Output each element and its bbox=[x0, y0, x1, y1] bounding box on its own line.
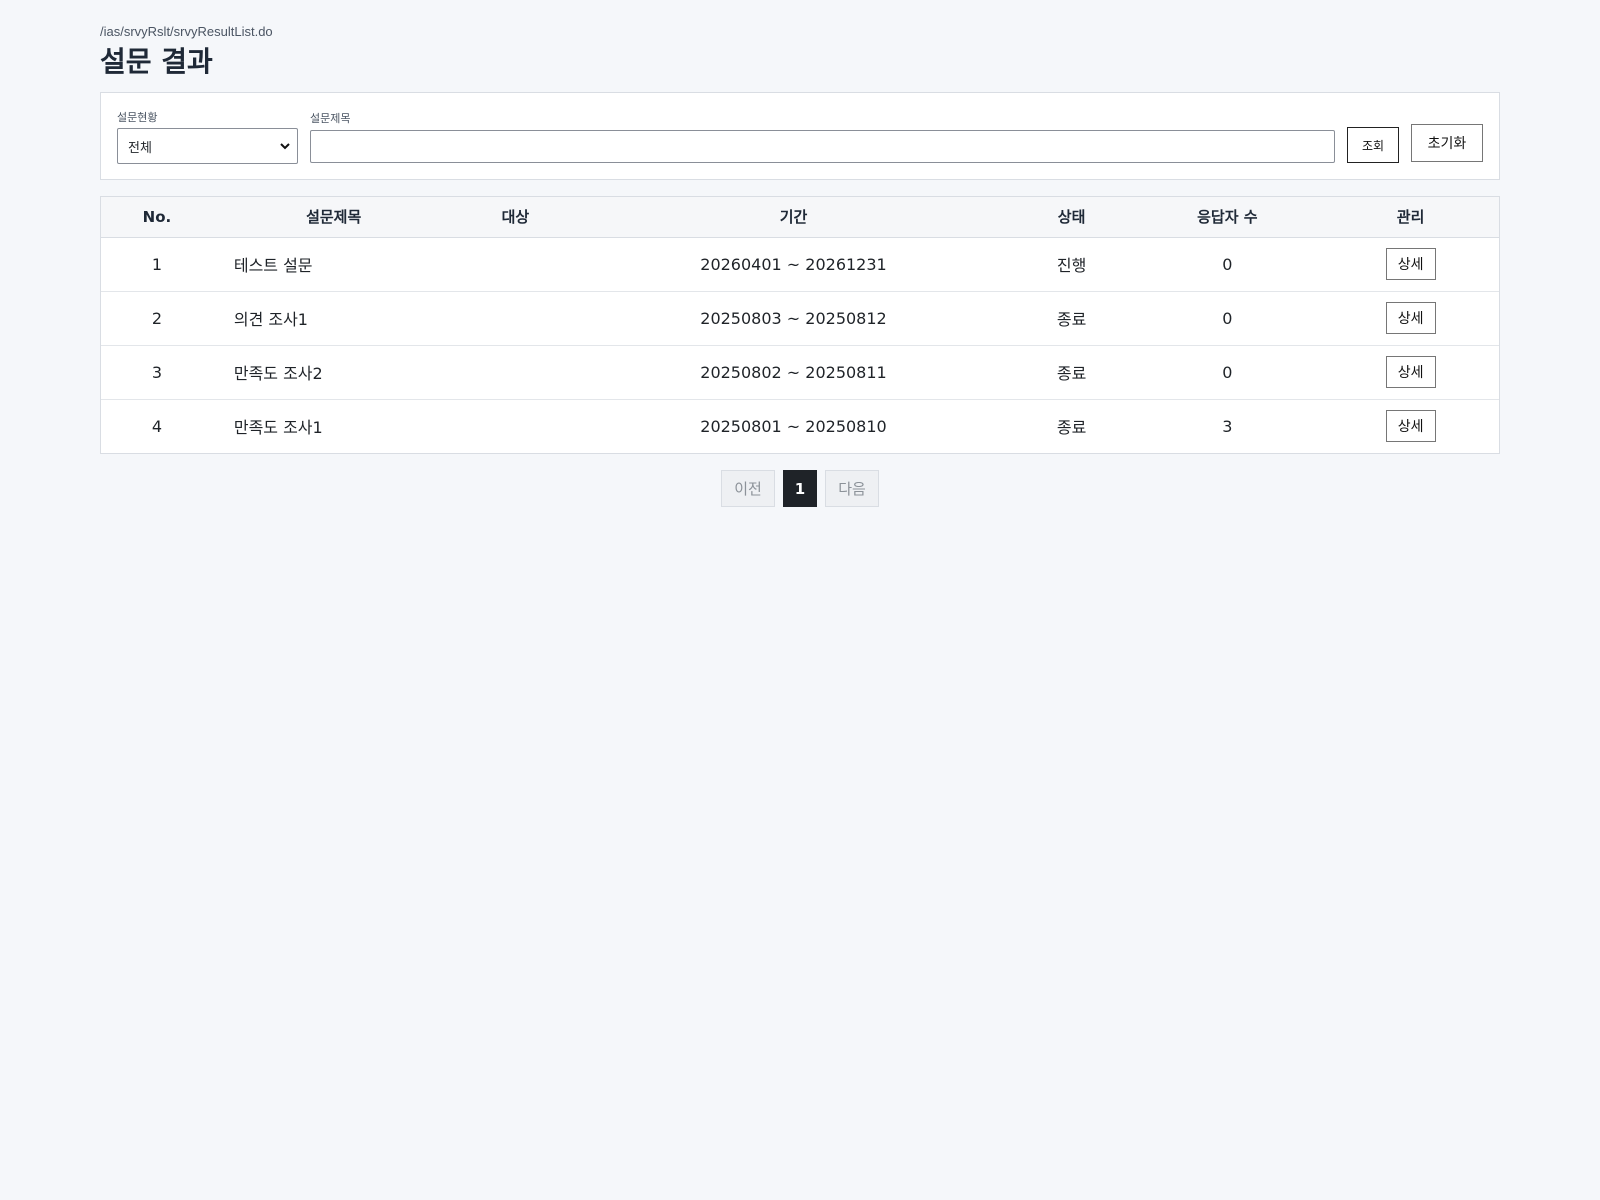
column-header-no: No. bbox=[101, 197, 213, 238]
prev-page-button[interactable]: 이전 bbox=[721, 470, 775, 507]
column-header-target: 대상 bbox=[454, 197, 577, 238]
cell-status: 종료 bbox=[1010, 291, 1133, 346]
cell-period: 20250803 ~ 20250812 bbox=[576, 291, 1011, 346]
cell-status: 진행 bbox=[1010, 237, 1133, 292]
pagination: 이전 1 다음 bbox=[721, 470, 879, 507]
cell-status: 종료 bbox=[1056, 418, 1087, 438]
cell-manage: 상세 bbox=[1322, 399, 1499, 453]
cell-target bbox=[454, 291, 577, 346]
cell-title: 만족도 조사2 bbox=[212, 345, 455, 400]
cell-manage: 상세 bbox=[1322, 237, 1499, 292]
detail-button[interactable]: 상세 bbox=[1385, 356, 1436, 388]
status-select-value: 전체 bbox=[128, 140, 152, 156]
cell-respondents: 0 bbox=[1132, 291, 1323, 346]
cell-target bbox=[454, 237, 577, 292]
detail-button[interactable]: 상세 bbox=[1385, 302, 1436, 334]
page-path: /ias/srvyRslt/srvyResultList.do bbox=[100, 24, 273, 39]
cell-period: 20250802 ~ 20250811 bbox=[576, 345, 1011, 400]
column-header-title: 설문제목 bbox=[212, 197, 455, 238]
survey-result-page: /ias/srvyRslt/srvyResultList.do 설문 결과 설문… bbox=[0, 0, 1600, 1200]
table-row: 1 테스트 설문 20260401 ~ 20261231 진행 0 상세 bbox=[101, 237, 1499, 292]
table-row: 4 만족도 조사1 20250801 ~ 20250810 종료 3 상세 bbox=[101, 399, 1499, 453]
cell-manage: 상세 bbox=[1322, 345, 1499, 400]
next-page-button[interactable]: 다음 bbox=[825, 470, 879, 507]
cell-no: 4 bbox=[151, 416, 163, 436]
cell-period: 20260401 ~ 20261231 bbox=[576, 237, 1011, 292]
table-row: 3 만족도 조사2 20250802 ~ 20250811 종료 0 상세 bbox=[101, 345, 1499, 400]
page-title: 설문 결과 bbox=[100, 45, 213, 78]
cell-no: 2 bbox=[101, 291, 213, 346]
title-filter-label: 설문제목 bbox=[310, 112, 351, 125]
cell-title: 테스트 설문 bbox=[212, 237, 455, 292]
cell-respondents: 0 bbox=[1132, 237, 1323, 292]
cell-no: 1 bbox=[101, 237, 213, 292]
cell-target bbox=[454, 399, 576, 453]
page-number-button[interactable]: 1 bbox=[783, 470, 817, 507]
table-row: 2 의견 조사1 20250803 ~ 20250812 종료 0 상세 bbox=[101, 291, 1499, 346]
search-button[interactable]: 조회 bbox=[1347, 127, 1399, 163]
cell-target bbox=[454, 345, 577, 400]
title-search-input[interactable] bbox=[310, 130, 1335, 163]
cell-respondents: 0 bbox=[1132, 345, 1323, 400]
status-select[interactable]: 전체 bbox=[117, 128, 298, 164]
chevron-down-icon bbox=[280, 143, 290, 150]
cell-period: 20250801 ~ 20250810 bbox=[700, 416, 887, 436]
cell-respondents: 3 bbox=[1222, 416, 1233, 436]
cell-title: 의견 조사1 bbox=[212, 291, 455, 346]
cell-manage: 상세 bbox=[1322, 291, 1499, 346]
cell-title: 만족도 조사1 bbox=[233, 418, 323, 438]
status-filter-label: 설문현황 bbox=[117, 111, 158, 124]
detail-button[interactable]: 상세 bbox=[1385, 248, 1436, 280]
survey-result-table: No. 설문제목 대상 기간 상태 응답자 수 관리 1 테스트 설문 2026… bbox=[100, 196, 1500, 454]
column-header-period: 기간 bbox=[576, 197, 1011, 238]
column-header-status: 상태 bbox=[1010, 197, 1133, 238]
column-header-respondents: 응답자 수 bbox=[1132, 197, 1323, 238]
cell-no: 3 bbox=[101, 345, 213, 400]
column-header-manage: 관리 bbox=[1322, 197, 1499, 238]
reset-button[interactable]: 초기화 bbox=[1411, 124, 1483, 162]
table-header-row: No. 설문제목 대상 기간 상태 응답자 수 관리 bbox=[101, 197, 1499, 238]
search-panel: 설문현황 전체 설문제목 조회 초기화 bbox=[100, 92, 1500, 180]
cell-status: 종료 bbox=[1010, 345, 1133, 400]
detail-button[interactable]: 상세 bbox=[1385, 410, 1436, 443]
